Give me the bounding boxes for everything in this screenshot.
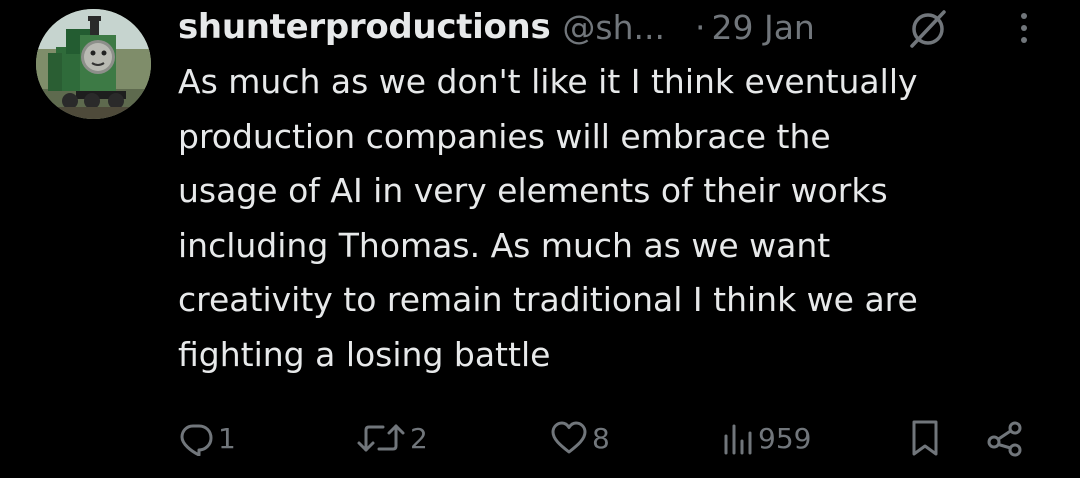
tweet[interactable]: shunterproductions @sh... · 29 Jan As mu… (0, 0, 1080, 478)
like-button[interactable]: 8 (550, 410, 610, 466)
avatar[interactable] (36, 9, 151, 119)
separator-dot: · (694, 7, 706, 47)
views-icon (724, 424, 752, 455)
views-count: 959 (758, 421, 812, 455)
grok-icon[interactable] (905, 7, 949, 51)
user-handle[interactable]: @sh... (562, 8, 665, 47)
tweet-text: As much as we don't like it I think even… (178, 62, 918, 374)
tweet-header: shunterproductions @sh... · 29 Jan (178, 2, 815, 52)
bookmark-button[interactable] (909, 410, 941, 466)
share-icon (987, 421, 1022, 457)
reply-button[interactable]: 1 (178, 410, 236, 466)
repost-icon (357, 424, 405, 452)
display-name[interactable]: shunterproductions (178, 7, 551, 47)
share-button[interactable] (985, 410, 1025, 466)
avatar-image (36, 9, 151, 119)
reply-count: 1 (218, 421, 236, 455)
like-count: 8 (592, 421, 610, 455)
tweet-date[interactable]: 29 Jan (711, 8, 814, 47)
heart-icon (551, 421, 587, 454)
more-vertical-icon[interactable] (1012, 6, 1036, 50)
views-button[interactable]: 959 (722, 410, 811, 466)
bookmark-icon (912, 420, 938, 456)
reply-icon (180, 424, 213, 456)
action-bar: 1 2 8 959 (0, 410, 1080, 466)
repost-count: 2 (410, 421, 428, 455)
repost-button[interactable]: 2 (356, 410, 428, 466)
